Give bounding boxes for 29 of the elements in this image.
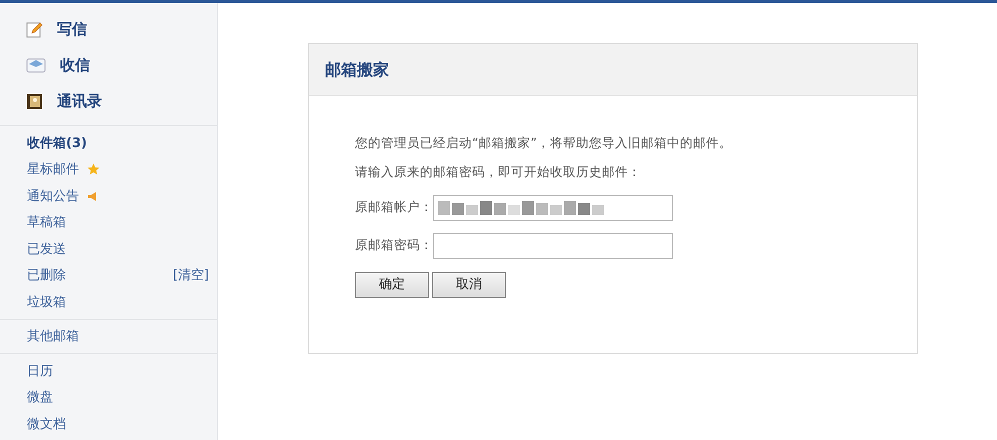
field-label: 原邮箱密码： <box>355 236 433 254</box>
address-book-icon <box>26 92 43 110</box>
folder-link[interactable]: 微文档 <box>27 414 66 434</box>
star-icon <box>87 163 100 176</box>
folder-link[interactable]: 收件箱(3) <box>27 134 87 153</box>
folder-link[interactable]: 草稿箱 <box>27 213 66 232</box>
folder-link[interactable]: 通知公告 <box>27 186 79 206</box>
megaphone-icon <box>87 190 99 202</box>
confirm-button[interactable]: 确定 <box>355 272 429 298</box>
folder-link[interactable]: 已发送 <box>27 240 66 259</box>
folder-link[interactable]: 垃圾箱 <box>27 292 66 312</box>
field-label: 原邮箱帐户： <box>355 198 433 216</box>
folder-link[interactable]: 微盘 <box>27 388 53 408</box>
compose-link[interactable]: 写信 <box>0 11 217 47</box>
folder-link[interactable]: 其他邮箱 <box>27 327 79 346</box>
inbox-link[interactable]: 收信 <box>0 47 217 83</box>
cancel-button[interactable]: 取消 <box>432 272 506 298</box>
panel-title: 邮箱搬家 <box>325 58 389 80</box>
clear-link[interactable]: [清空] <box>172 266 209 286</box>
folder-link[interactable]: 已删除 <box>27 266 66 286</box>
envelope-icon <box>26 57 46 73</box>
account-field[interactable] <box>433 194 673 220</box>
instruction-text: 您的管理员已经启动“邮箱搬家”，将帮助您导入旧邮箱中的邮件。 <box>355 134 733 152</box>
instruction-text: 请输入原来的邮箱密码，即可开始收取历史邮件： <box>355 162 642 181</box>
folder-link[interactable]: 星标邮件 <box>27 160 79 180</box>
folder-link[interactable]: 日历 <box>27 362 53 381</box>
password-field[interactable] <box>433 232 673 258</box>
contacts-link[interactable]: 通讯录 <box>0 83 217 119</box>
compose-icon <box>26 20 43 38</box>
